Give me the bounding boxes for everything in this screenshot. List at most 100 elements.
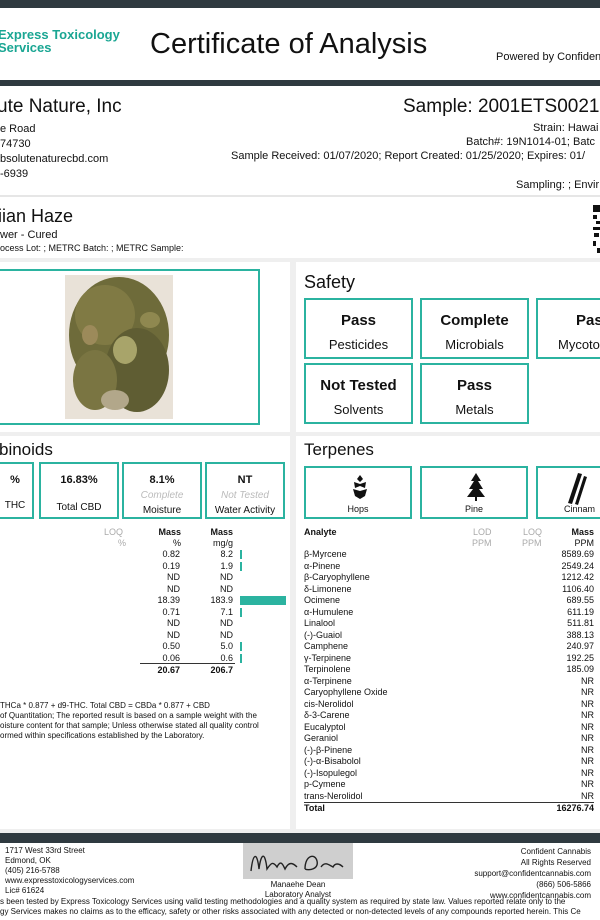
provider-name: Confident Cannabis [520, 847, 591, 856]
cann-mass-mg: ND [220, 572, 233, 582]
safety-label: Metals [455, 402, 494, 417]
terpene-ppm: 8589.69 [561, 549, 594, 559]
cann-mass-pct: ND [167, 629, 180, 640]
terpene-ppm: 1212.42 [561, 572, 594, 582]
terpene-ppm: NR [581, 687, 594, 697]
terpene-name: trans-Nerolidol [304, 790, 363, 801]
lab-contact: 1717 West 33rd Street Edmond, OK (405) 2… [5, 846, 134, 896]
safety-heading: Safety [304, 272, 356, 292]
signature-image [243, 843, 353, 879]
terpene-ppm: NR [581, 744, 594, 755]
lab-address2: Edmond, OK [5, 856, 51, 865]
terpene-ppm: NR [581, 710, 594, 720]
terpene-badge-label: Pine [464, 504, 483, 514]
client-address2: 74730 [0, 138, 31, 150]
disclaimer-line: gy Services makes no claims as to the ef… [0, 907, 581, 916]
sample-batch: Batch#: 19N1014-01; Batc [466, 136, 596, 148]
page-title: Certificate of Analysis [150, 28, 428, 60]
provider-phone: (866) 506-5866 [536, 880, 591, 889]
terpene-name: Linalool [304, 618, 336, 628]
safety-label: Microbials [445, 337, 504, 352]
cannabinoids-heading: binoids [0, 440, 53, 459]
terpene-name: (-)-α-Bisabolol [304, 756, 361, 766]
terpenes-heading: Terpenes [304, 440, 374, 459]
summary-label: Water Activity [214, 505, 276, 516]
cann-mass-bar [240, 607, 242, 617]
cann-col-loq: LOQ [104, 527, 124, 537]
cann-mass-bar [240, 596, 286, 605]
powered-by: Powered by Confiden [496, 51, 600, 63]
provider-rights: All Rights Reserved [520, 858, 591, 867]
terpene-ppm: NR [581, 779, 594, 789]
terpene-name: δ-Limonene [304, 583, 352, 594]
sample-dates: Sample Received: 01/07/2020; Report Crea… [231, 150, 586, 162]
safety-status: Pass [576, 312, 600, 329]
cann-mass-bar [240, 561, 242, 571]
summary-value: 16.83% [60, 474, 98, 486]
summary-label: Total CBD [56, 502, 102, 513]
qr-code-icon [593, 205, 600, 253]
client-address1: e Road [0, 123, 36, 135]
cann-mass-mg: 183.9 [210, 595, 233, 605]
terpene-name: α-Pinene [304, 560, 341, 571]
terpene-ppm: NR [581, 756, 594, 766]
cinnamon-icon [568, 473, 587, 505]
client-email: bsolutenaturecbd.com [0, 153, 109, 165]
terpene-ppm: 2549.24 [561, 560, 594, 571]
hops-icon [353, 475, 367, 499]
terp-col-lod: LOD [473, 527, 492, 537]
sample-sampling: Sampling: ; Envir [516, 179, 600, 191]
summary-value: % [10, 474, 20, 486]
terpene-name: (-)-Guaiol [304, 629, 343, 640]
cann-unit-loq: % [118, 538, 127, 548]
terpene-ppm: NR [581, 790, 594, 801]
terpene-ppm: NR [581, 698, 594, 709]
provider-contact: Confident Cannabis All Rights Reserved s… [440, 846, 591, 901]
note-line: ormed within specifications established … [0, 731, 205, 740]
cannabinoid-notes: THCa * 0.877 + d9-THC. Total CBD = CBDa … [0, 701, 259, 741]
safety-test-mycotoxins: Pass Mycotox [536, 298, 600, 359]
disclaimer-line: s been tested by Express Toxicology Serv… [0, 897, 566, 906]
terpene-name: Ocimene [304, 595, 341, 605]
terpene-badge-pine: Pine [420, 466, 528, 519]
lab-address1: 1717 West 33rd Street [5, 846, 85, 855]
terpene-name: β-Myrcene [304, 549, 347, 559]
terpene-badge-label: Cinnam [564, 504, 596, 514]
terpene-name: γ-Terpinene [304, 652, 352, 663]
product-photo [65, 275, 173, 419]
terpene-name: δ-3-Carene [304, 710, 350, 720]
terpene-ppm: 511.81 [567, 618, 594, 628]
safety-status: Not Tested [320, 377, 397, 394]
summary-moisture: 8.1% Complete Moisture [122, 462, 202, 519]
terpene-ppm: 192.25 [566, 652, 594, 663]
summary-label: Moisture [142, 505, 182, 516]
terp-unit-mass: PPM [574, 538, 594, 548]
terpene-ppm: 611.19 [567, 606, 594, 617]
safety-test-metals: Pass Metals [420, 363, 529, 424]
cann-mass-bar [240, 550, 243, 559]
summary-placeholder: Not Tested [221, 490, 269, 501]
lab-name-line2: Services [0, 40, 52, 55]
cann-total-pct: 20.67 [157, 665, 180, 675]
terpene-badge-hops: Hops [304, 466, 412, 519]
cann-mass-bar [240, 653, 242, 663]
safety-test-microbials: Complete Microbials [420, 298, 529, 359]
client-phone: -6939 [0, 168, 29, 180]
terpene-name: cis-Nerolidol [304, 698, 354, 709]
terp-col-mass: Mass [571, 527, 594, 537]
cann-mass-mg: 7.1 [220, 606, 233, 617]
terpene-ppm: NR [581, 733, 594, 743]
summary-label: THC [4, 500, 26, 511]
provider-email: support@confidentcannabis.com [474, 869, 591, 878]
safety-label: Mycotox [558, 337, 600, 352]
lab-license: Lic# 61624 [5, 886, 45, 895]
product-name: iian Haze [0, 206, 74, 226]
safety-label: Solvents [333, 402, 384, 417]
product-type: wer - Cured [0, 229, 58, 241]
cann-total-mg: 206.7 [210, 665, 233, 675]
cann-mass-pct: 0.19 [162, 560, 180, 571]
terpene-name: Camphene [304, 641, 349, 651]
cann-col-mass2: Mass [210, 527, 233, 537]
cann-mass-pct: 0.06 [162, 652, 180, 663]
sample-id: Sample: 2001ETS0021.( [403, 96, 600, 117]
